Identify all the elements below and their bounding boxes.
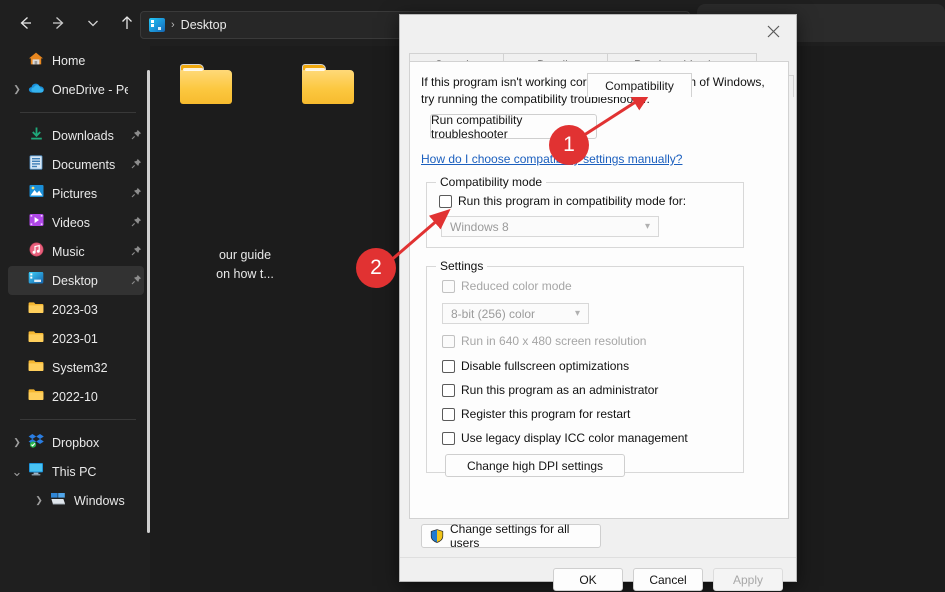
arrow-to-compatibility-tab bbox=[578, 94, 648, 139]
tab-label: Compatibility bbox=[605, 79, 674, 93]
arrow-to-compatibility-checkbox bbox=[389, 212, 447, 262]
screen-root: › Desktop Home❯OneDrive - PersDownloadsD… bbox=[0, 0, 945, 592]
annotation-badge-2: 2 bbox=[356, 248, 396, 288]
annotation-badge-1: 1 bbox=[549, 125, 589, 165]
annotation-arrows bbox=[0, 0, 945, 592]
tab-compatibility[interactable]: Compatibility bbox=[587, 73, 692, 97]
